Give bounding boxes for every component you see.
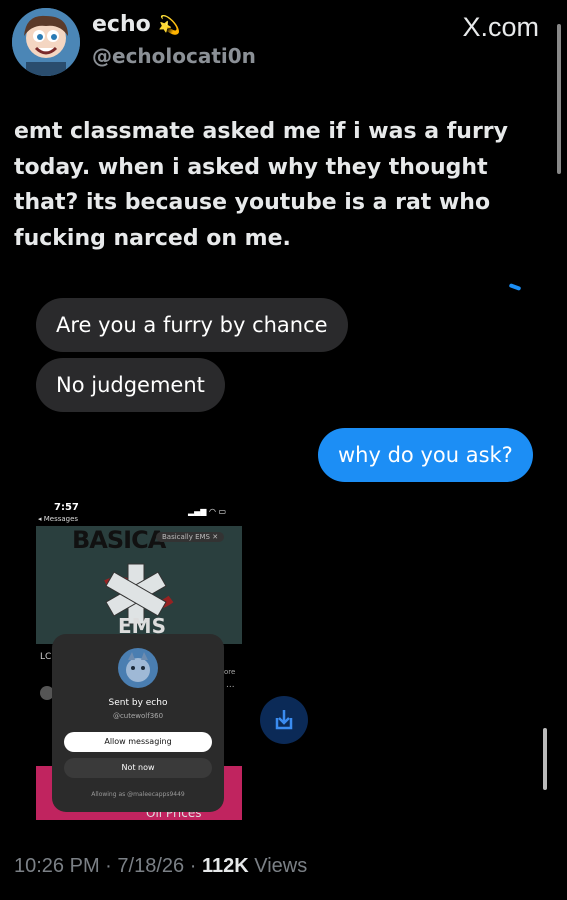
- status-bar-icons: ▂▄▆ ◠ ▭: [188, 507, 227, 516]
- message-request-modal: Sent by echo @cutewolf360 Allow messagin…: [52, 634, 224, 812]
- wolf-avatar-icon: [126, 652, 150, 682]
- scrollbar-bottom[interactable]: [543, 728, 547, 790]
- views-count: 112K: [201, 855, 249, 877]
- message-text: why do you ask?: [338, 443, 513, 467]
- tweet-time[interactable]: 10:26 PM: [14, 855, 100, 877]
- tweet-line: that? its because youtube is a rat who: [14, 190, 491, 215]
- ems-banner: BASICA Basically EMS ✕ EMS: [36, 526, 242, 644]
- banner-pill-text: Basically EMS: [162, 533, 210, 541]
- not-now-label: Not now: [121, 763, 155, 772]
- banner-pill: Basically EMS ✕: [156, 532, 225, 542]
- display-name[interactable]: echo 💫: [92, 12, 181, 37]
- sender-avatar: [118, 648, 158, 688]
- sender-handle: @cutewolf360: [112, 712, 164, 720]
- profile-fragment-left: LC: [40, 652, 52, 662]
- views-label: Views: [254, 855, 308, 877]
- message-bubble-received[interactable]: No judgement: [36, 358, 225, 412]
- tweet-line: emt classmate asked me if i was a furry: [14, 119, 508, 144]
- banner-title: BASICA: [72, 526, 166, 554]
- message-text: Are you a furry by chance: [56, 313, 328, 337]
- phone-back-link[interactable]: ◂ Messages: [38, 515, 78, 523]
- allowing-as-label: Allowing as @maleecapps9449: [91, 791, 185, 798]
- tweet-line: today. when i asked why they thought: [14, 154, 488, 180]
- profile-fragment-right: ore: [224, 668, 236, 676]
- dizzy-emoji-icon: 💫: [158, 15, 181, 36]
- tweet-line: fucking narced on me.: [14, 225, 291, 251]
- sent-by-label: Sent by echo: [108, 698, 168, 708]
- tweet-metadata: 10:26 PM · 7/18/26 · 112K Views: [14, 855, 307, 878]
- message-text: No judgement: [56, 373, 205, 397]
- x-brand-logo: X.com: [462, 12, 539, 42]
- message-bubble-sent[interactable]: why do you ask?: [318, 428, 533, 482]
- separator-dot: ·: [189, 855, 197, 877]
- separator-dot: ·: [105, 855, 112, 877]
- phone-time: 7:57: [54, 502, 79, 513]
- allow-messaging-label: Allow messaging: [104, 737, 172, 746]
- avatar-image: [12, 8, 80, 76]
- avatar[interactable]: [12, 8, 80, 76]
- tweet-date[interactable]: 7/18/26: [117, 855, 184, 877]
- allow-messaging-button[interactable]: Allow messaging: [64, 732, 212, 752]
- scrollbar-top[interactable]: [557, 24, 561, 174]
- user-handle[interactable]: @echolocati0n: [92, 44, 256, 68]
- message-bubble-received[interactable]: Are you a furry by chance: [36, 298, 348, 352]
- not-now-button[interactable]: Not now: [64, 758, 212, 778]
- download-button[interactable]: [260, 696, 308, 744]
- tweet-text: emt classmate asked me if i was a furry …: [14, 114, 534, 256]
- display-name-text: echo: [92, 12, 151, 37]
- more-options-icon[interactable]: ...: [226, 680, 235, 690]
- download-icon: [275, 710, 293, 730]
- blue-indicator-icon: [508, 283, 522, 291]
